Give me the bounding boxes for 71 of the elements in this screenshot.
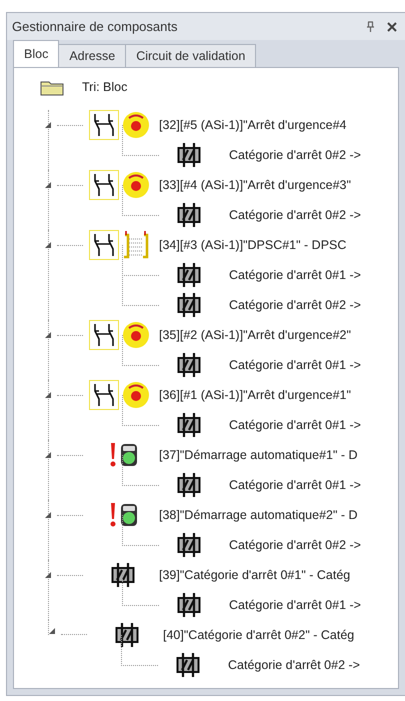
contact-icon [115, 622, 139, 648]
contact-icon [177, 592, 201, 618]
tree-root-label[interactable]: Tri: Bloc [82, 80, 128, 94]
tree-item-label[interactable]: [32][#5 (ASi-1)]"Arrêt d'urgence#4 [159, 118, 346, 132]
contact-icon [177, 142, 201, 168]
close-icon[interactable] [387, 22, 397, 32]
tree-item-label[interactable]: [37]"Démarrage automatique#1" - D [159, 448, 358, 462]
tree-item-label[interactable]: [34][#3 (ASi-1)]"DPSC#1" - DPSC [159, 238, 346, 252]
tree-line [122, 275, 159, 306]
switch-icon [89, 110, 119, 140]
tab[interactable]: Adresse [58, 44, 126, 67]
expander-icon[interactable] [45, 122, 52, 128]
tree-item-label[interactable]: Catégorie d'arrêt 0#1 -> [229, 478, 361, 492]
emergency-stop-icon [122, 321, 150, 349]
emergency-stop-icon [122, 381, 150, 409]
tree-line [122, 395, 159, 426]
pin-icon[interactable] [366, 21, 375, 32]
contact-icon [176, 652, 200, 678]
tree-item-label[interactable]: [40]"Catégorie d'arrêt 0#2" - Catég [163, 628, 354, 642]
tree-line [122, 515, 159, 546]
warning-icon [109, 501, 117, 529]
expander-icon[interactable] [45, 332, 52, 338]
tree-item-label[interactable]: Catégorie d'arrêt 0#1 -> [229, 598, 361, 612]
tree-line [122, 335, 159, 366]
tree-line [122, 245, 159, 276]
expander-icon[interactable] [45, 512, 52, 518]
emergency-stop-icon [122, 171, 150, 199]
tree-line [122, 185, 159, 216]
tree-item-label[interactable]: [36][#1 (ASi-1)]"Arrêt d'urgence#1" [159, 388, 351, 402]
tree-item-label[interactable]: Catégorie d'arrêt 0#2 -> [229, 298, 361, 312]
tab[interactable]: Bloc [13, 40, 60, 67]
tree-item-label[interactable]: [38]"Démarrage automatique#2" - D [159, 508, 358, 522]
expander-icon[interactable] [45, 242, 52, 248]
switch-icon [89, 380, 119, 410]
tab[interactable]: Circuit de validation [125, 44, 256, 67]
emergency-stop-icon [122, 111, 150, 139]
tree-item-label[interactable]: Catégorie d'arrêt 0#1 -> [229, 358, 361, 372]
contact-icon [177, 472, 201, 498]
contact-icon [177, 202, 201, 228]
contact-icon [177, 532, 201, 558]
tree-item-label[interactable]: Catégorie d'arrêt 0#2 -> [228, 658, 360, 672]
tree-item-label[interactable]: Catégorie d'arrêt 0#1 -> [229, 268, 361, 282]
warning-icon [109, 441, 117, 469]
tree-line [121, 635, 158, 666]
tree-line [122, 455, 159, 486]
panel-title: Gestionnaire de composants [12, 19, 178, 34]
expander-icon[interactable] [45, 572, 52, 578]
tree-item-label[interactable]: Catégorie d'arrêt 0#1 -> [229, 418, 361, 432]
switch-icon [89, 170, 119, 200]
tree-item-label[interactable]: Catégorie d'arrêt 0#2 -> [229, 208, 361, 222]
light-curtain-icon [122, 230, 150, 260]
contact-icon [177, 262, 201, 288]
contact-icon [111, 562, 135, 588]
indicator-light-icon [120, 443, 138, 467]
contact-icon [177, 412, 201, 438]
tree-line [122, 575, 159, 606]
switch-icon [89, 320, 119, 350]
tree-item-label[interactable]: Catégorie d'arrêt 0#2 -> [229, 148, 361, 162]
tree-item-label[interactable]: [35][#2 (ASi-1)]"Arrêt d'urgence#2" [159, 328, 351, 342]
tree-item-label[interactable]: [33][#4 (ASi-1)]"Arrêt d'urgence#3" [159, 178, 351, 192]
expander-icon[interactable] [45, 392, 52, 398]
indicator-light-icon [120, 503, 138, 527]
expander-icon[interactable] [45, 182, 52, 188]
expander-icon[interactable] [49, 628, 56, 635]
switch-icon [89, 230, 119, 260]
contact-icon [177, 352, 201, 378]
tree-item-label[interactable]: [39]"Catégorie d'arrêt 0#1" - Catég [159, 568, 350, 582]
expander-icon[interactable] [45, 452, 52, 458]
contact-icon [177, 292, 201, 318]
tree-line [122, 125, 159, 156]
tree-item-label[interactable]: Catégorie d'arrêt 0#2 -> [229, 538, 361, 552]
